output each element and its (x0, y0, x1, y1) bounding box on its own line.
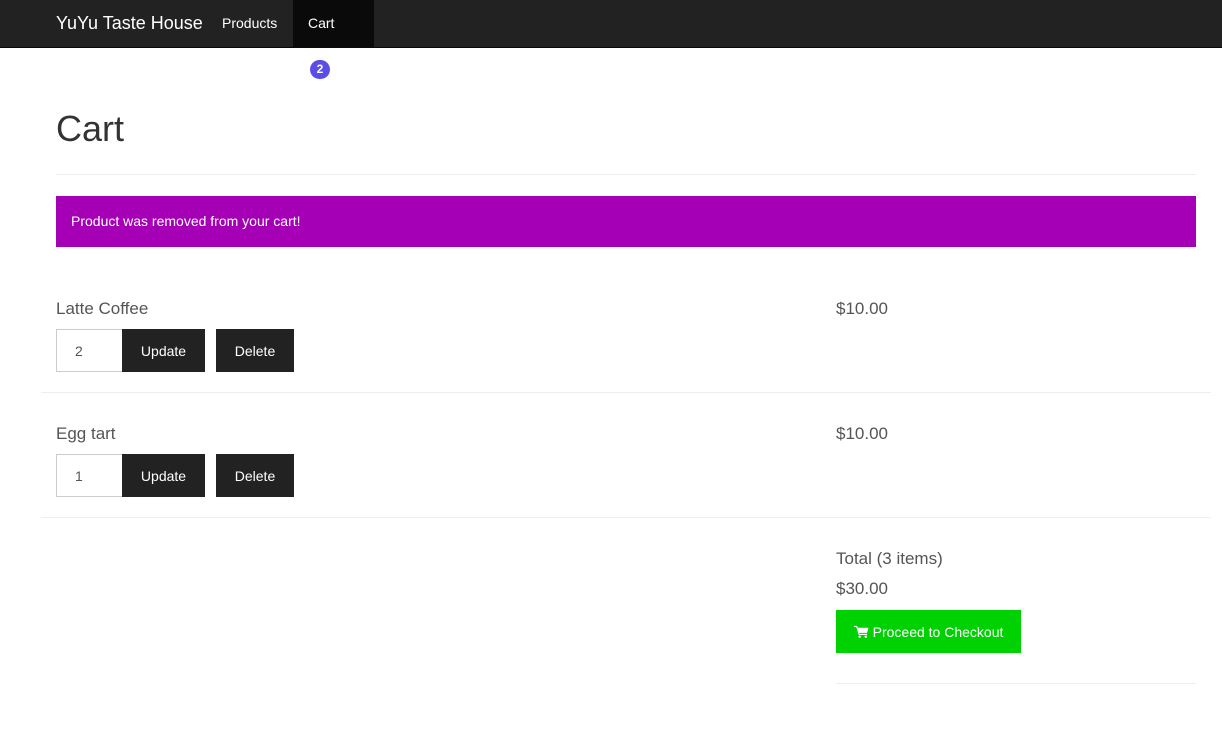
update-button[interactable]: Update (122, 329, 205, 372)
total-label: Total (3 items) (836, 549, 943, 568)
cart-count-badge: 2 (310, 59, 330, 79)
cart-item-price: $10.00 (836, 299, 888, 318)
total-value: $30.00 (836, 579, 888, 598)
brand-link[interactable]: YuYu Taste House (56, 0, 203, 48)
shopping-cart-icon (853, 625, 869, 638)
title-divider (56, 174, 1196, 175)
cart-item-name: Egg tart (56, 424, 116, 443)
nav-products-label: Products (222, 15, 278, 31)
row-divider (41, 517, 1211, 518)
nav-products-link[interactable]: Products (207, 0, 292, 48)
removed-alert: Product was removed from your cart! (56, 196, 1196, 247)
cart-item-price: $10.00 (836, 424, 888, 443)
quantity-input[interactable] (56, 454, 123, 497)
nav-cart-label: Cart (308, 15, 335, 31)
top-navbar: YuYu Taste House Products Cart 2 (0, 0, 1222, 79)
update-button[interactable]: Update (122, 454, 205, 497)
alert-message: Product was removed from your cart! (71, 213, 301, 229)
total-divider (836, 683, 1196, 684)
proceed-to-checkout-button[interactable]: Proceed to Checkout (836, 610, 1021, 653)
cart-item-name: Latte Coffee (56, 299, 149, 318)
delete-button[interactable]: Delete (216, 329, 294, 372)
nav-cart-link[interactable]: Cart 2 (293, 0, 374, 79)
checkout-label: Proceed to Checkout (872, 623, 1004, 640)
row-divider (41, 392, 1211, 393)
page-title: Cart (56, 108, 125, 149)
quantity-input[interactable] (56, 329, 123, 372)
delete-button[interactable]: Delete (216, 454, 294, 497)
